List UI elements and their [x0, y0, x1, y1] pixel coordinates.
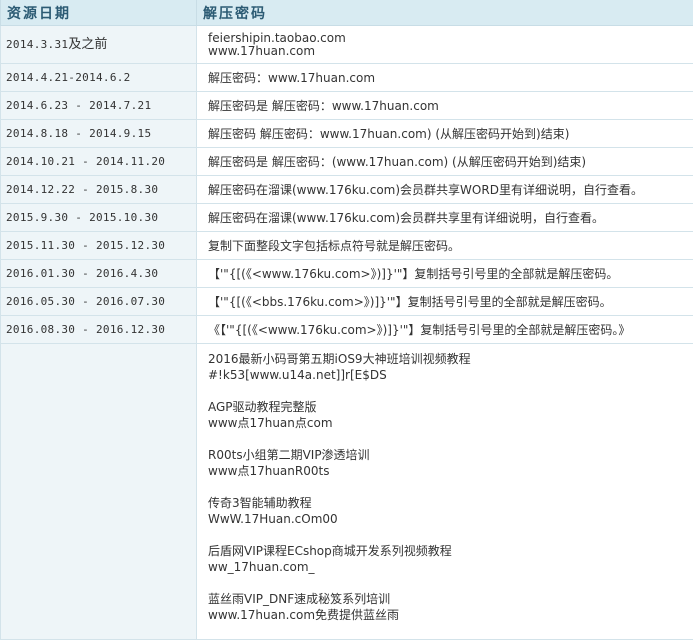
password-line: www.17huan.com [208, 45, 693, 58]
table-row: 2014.8.18 - 2014.9.15 解压密码 解压密码：www.17hu… [1, 120, 693, 148]
date-cell-empty [1, 344, 197, 640]
course-password: www点17huan点com [208, 415, 693, 431]
table-row: 2016.01.30 - 2016.4.30 【'"{[(《<www.176ku… [1, 260, 693, 288]
date-value: 2014.3.31 [6, 38, 68, 51]
header-unzip-password: 解压密码 [197, 0, 693, 26]
password-cell: 解压密码：www.17huan.com [197, 64, 693, 92]
date-cell: 2014.10.21 - 2014.11.20 [1, 148, 197, 176]
course-password: #!k53[www.u14a.net]]r[E$DS [208, 367, 693, 383]
date-cell: 2014.12.22 - 2015.8.30 [1, 176, 197, 204]
course-entry: AGP驱动教程完整版 www点17huan点com [208, 399, 693, 431]
course-entry: 后盾网VIP课程ECshop商城开发系列视频教程 ww_17huan.com_ [208, 543, 693, 575]
header-resource-date: 资源日期 [1, 0, 197, 26]
password-cell: 【'"{[(《<www.176ku.com>》)]}'"】复制括号引号里的全部就… [197, 260, 693, 288]
table-header-row: 资源日期 解压密码 [1, 0, 693, 26]
course-title: 蓝丝雨VIP_DNF速成秘笈系列培训 [208, 591, 693, 607]
password-cell: 解压密码 解压密码：www.17huan.com) (从解压密码开始到)结束) [197, 120, 693, 148]
password-cell: 解压密码是 解压密码：www.17huan.com [197, 92, 693, 120]
date-cell: 2014.8.18 - 2014.9.15 [1, 120, 197, 148]
password-cell: 解压密码在溜课(www.176ku.com)会员群共享WORD里有详细说明，自行… [197, 176, 693, 204]
course-entry: R00ts小组第二期VIP渗透培训 www点17huanR00ts [208, 447, 693, 479]
table-row: 2014.3.31及之前 feiershipin.taobao.com www.… [1, 26, 693, 64]
password-cell: feiershipin.taobao.com www.17huan.com [197, 26, 693, 64]
date-cell: 2014.4.21-2014.6.2 [1, 64, 197, 92]
table-row: 2015.9.30 - 2015.10.30 解压密码在溜课(www.176ku… [1, 204, 693, 232]
table-row: 2014.12.22 - 2015.8.30 解压密码在溜课(www.176ku… [1, 176, 693, 204]
table-row: 2016.08.30 - 2016.12.30 《【'"{[(《<www.176… [1, 316, 693, 344]
table-row-courses: 2016最新小码哥第五期iOS9大神班培训视频教程 #!k53[www.u14a… [1, 344, 693, 640]
course-password-list: 2016最新小码哥第五期iOS9大神班培训视频教程 #!k53[www.u14a… [197, 344, 693, 640]
course-title: 2016最新小码哥第五期iOS9大神班培训视频教程 [208, 351, 693, 367]
table-row: 2016.05.30 - 2016.07.30 【'"{[(《<bbs.176k… [1, 288, 693, 316]
table-row: 2014.10.21 - 2014.11.20 解压密码是 解压密码：(www.… [1, 148, 693, 176]
password-cell: 解压密码是 解压密码：(www.17huan.com) (从解压密码开始到)结束… [197, 148, 693, 176]
course-entry: 传奇3智能辅助教程 WwW.17Huan.cOm00 [208, 495, 693, 527]
course-title: 传奇3智能辅助教程 [208, 495, 693, 511]
table-row: 2014.4.21-2014.6.2 解压密码：www.17huan.com [1, 64, 693, 92]
date-cell: 2015.11.30 - 2015.12.30 [1, 232, 197, 260]
course-password: www点17huanR00ts [208, 463, 693, 479]
password-cell: 【'"{[(《<bbs.176ku.com>》)]}'"】复制括号引号里的全部就… [197, 288, 693, 316]
password-cell: 复制下面整段文字包括标点符号就是解压密码。 [197, 232, 693, 260]
date-cell: 2016.01.30 - 2016.4.30 [1, 260, 197, 288]
password-line: feiershipin.taobao.com [208, 32, 693, 45]
date-cell: 2014.3.31及之前 [1, 26, 197, 64]
date-cell: 2016.08.30 - 2016.12.30 [1, 316, 197, 344]
password-cell: 解压密码在溜课(www.176ku.com)会员群共享里有详细说明，自行查看。 [197, 204, 693, 232]
course-entry: 蓝丝雨VIP_DNF速成秘笈系列培训 www.17huan.com免费提供蓝丝雨 [208, 591, 693, 623]
course-password: www.17huan.com免费提供蓝丝雨 [208, 607, 693, 623]
course-title: 后盾网VIP课程ECshop商城开发系列视频教程 [208, 543, 693, 559]
course-title: R00ts小组第二期VIP渗透培训 [208, 447, 693, 463]
table-row: 2015.11.30 - 2015.12.30 复制下面整段文字包括标点符号就是… [1, 232, 693, 260]
date-cell: 2015.9.30 - 2015.10.30 [1, 204, 197, 232]
course-password: WwW.17Huan.cOm00 [208, 511, 693, 527]
table-row: 2014.6.23 - 2014.7.21 解压密码是 解压密码：www.17h… [1, 92, 693, 120]
date-cell: 2014.6.23 - 2014.7.21 [1, 92, 197, 120]
course-password: ww_17huan.com_ [208, 559, 693, 575]
course-entry: 2016最新小码哥第五期iOS9大神班培训视频教程 #!k53[www.u14a… [208, 351, 693, 383]
date-suffix: 及之前 [68, 37, 107, 52]
password-cell: 《【'"{[(《<www.176ku.com>》)]}'"】复制括号引号里的全部… [197, 316, 693, 344]
password-table: 资源日期 解压密码 2014.3.31及之前 feiershipin.taoba… [0, 0, 693, 640]
date-cell: 2016.05.30 - 2016.07.30 [1, 288, 197, 316]
course-title: AGP驱动教程完整版 [208, 399, 693, 415]
